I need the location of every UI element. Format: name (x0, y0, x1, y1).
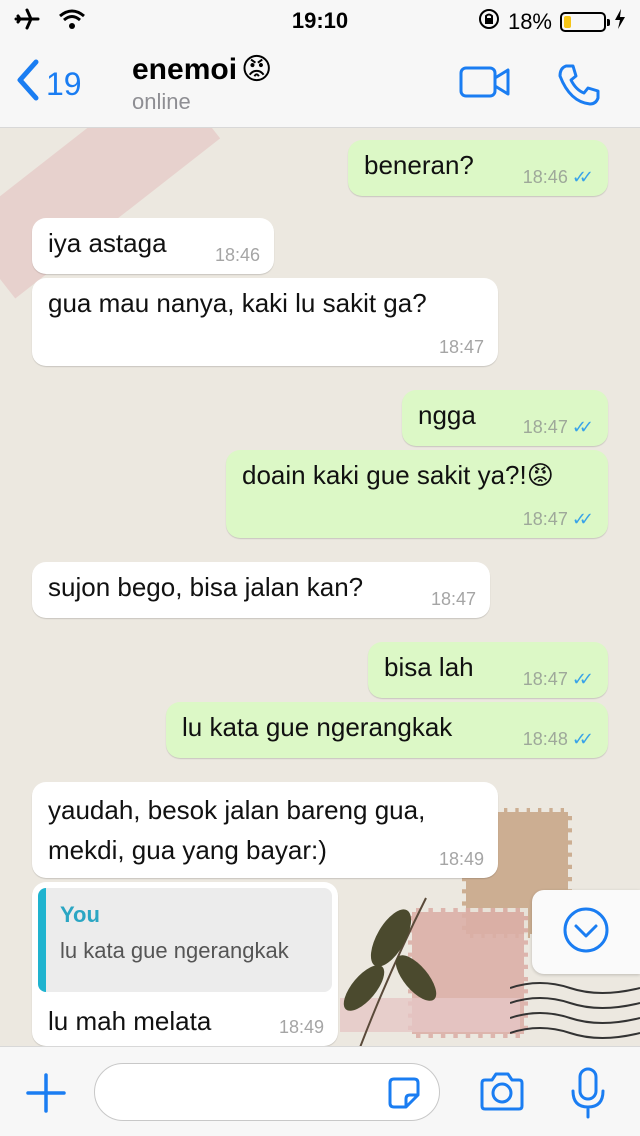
message-time: 18:48 (522, 729, 568, 749)
message-bubble-incoming-reply[interactable]: You lu kata gue ngerangkak lu mah melata… (32, 882, 338, 1046)
read-receipt-icon: ✓✓ (571, 509, 594, 529)
message-meta: 18:49 (279, 1017, 324, 1038)
message-meta: 18:47 ✓✓ (523, 669, 594, 690)
quoted-text: lu kata gue ngerangkak (60, 938, 289, 963)
message-meta: 18:49 (439, 849, 484, 870)
contact-info[interactable]: enemoi 😡 online (132, 52, 272, 115)
message-text: gua mau nanya, kaki lu sakit ga? (48, 288, 427, 318)
message-text: yaudah, besok jalan bareng gua, (48, 795, 426, 825)
message-time: 18:49 (438, 849, 484, 869)
chat-area[interactable]: beneran? 18:46 ✓✓ iya astaga 18:46 gua ma… (0, 128, 640, 1046)
back-count: 19 (46, 65, 82, 102)
scroll-down-icon (562, 906, 610, 959)
message-bubble-incoming[interactable]: iya astaga 18:46 (32, 218, 274, 274)
contact-name-text: enemoi (132, 52, 238, 86)
contact-name: enemoi 😡 (132, 52, 272, 87)
message-meta: 18:46 (215, 245, 260, 266)
quoted-author: You (60, 902, 100, 927)
back-chevron-icon (14, 58, 46, 110)
message-time: 18:47 (522, 417, 568, 437)
message-time: 18:47 (438, 337, 484, 357)
read-receipt-icon: ✓✓ (571, 167, 594, 187)
wallpaper-postmark (510, 982, 640, 1039)
message-text: bisa lah (384, 652, 474, 682)
status-bar: 19:10 18% (0, 0, 640, 40)
contact-status: online (132, 89, 191, 114)
message-text: ngga (418, 400, 476, 430)
message-time: 18:47 (522, 669, 568, 689)
message-text: mekdi, gua yang bayar:) (48, 835, 327, 865)
message-text: iya astaga (48, 228, 167, 258)
microphone-icon[interactable] (570, 1067, 606, 1124)
camera-icon[interactable] (478, 1071, 526, 1118)
message-meta: 18:47 ✓✓ (523, 509, 594, 530)
message-text: lu mah melata (48, 1006, 212, 1036)
message-bubble-outgoing[interactable]: doain kaki gue sakit ya?!😡 18:47 ✓✓ (226, 450, 608, 538)
message-time: 18:46 (214, 245, 260, 265)
battery-icon (560, 12, 610, 32)
read-receipt-icon: ✓✓ (571, 729, 594, 749)
message-time: 18:47 (430, 589, 476, 609)
scroll-to-bottom-button[interactable] (532, 890, 640, 974)
message-meta: 18:48 ✓✓ (523, 729, 594, 750)
message-bubble-incoming[interactable]: yaudah, besok jalan bareng gua, mekdi, g… (32, 782, 498, 878)
wallpaper-leaf (343, 897, 437, 1046)
message-text: lu kata gue ngerangkak (182, 712, 453, 742)
message-bubble-outgoing[interactable]: ngga 18:47 ✓✓ (402, 390, 608, 446)
message-bubble-outgoing[interactable]: beneran? 18:46 ✓✓ (348, 140, 608, 196)
message-bubble-outgoing[interactable]: lu kata gue ngerangkak 18:48 ✓✓ (166, 702, 608, 758)
message-text: doain kaki gue sakit ya?! (242, 460, 527, 490)
message-bubble-incoming[interactable]: sujon bego, bisa jalan kan? 18:47 (32, 562, 490, 618)
message-time: 18:47 (522, 509, 568, 529)
battery-percent: 18% (507, 9, 552, 34)
plus-icon[interactable] (26, 1073, 66, 1118)
message-meta: 18:46 ✓✓ (523, 167, 594, 188)
back-button[interactable]: 19 (14, 58, 82, 110)
read-receipt-icon: ✓✓ (571, 669, 594, 689)
input-bar (0, 1046, 640, 1136)
read-receipt-icon: ✓✓ (571, 417, 594, 437)
charging-icon (614, 9, 626, 35)
phone-icon[interactable] (556, 62, 602, 113)
message-bubble-incoming[interactable]: gua mau nanya, kaki lu sakit ga? 18:47 (32, 278, 498, 366)
message-emoji: 😡 (526, 460, 554, 490)
rotation-lock-icon (478, 8, 500, 36)
message-time: 18:46 (522, 167, 568, 187)
battery-fill (564, 16, 571, 28)
message-time: 18:49 (278, 1017, 324, 1037)
message-bubble-outgoing[interactable]: bisa lah 18:47 ✓✓ (368, 642, 608, 698)
message-text: sujon bego, bisa jalan kan? (48, 572, 364, 602)
message-meta: 18:47 (439, 337, 484, 358)
message-text: beneran? (364, 150, 474, 180)
message-meta: 18:47 (431, 589, 476, 610)
quoted-reply[interactable]: You lu kata gue ngerangkak (38, 888, 332, 992)
sticker-icon[interactable] (386, 1075, 422, 1116)
message-meta: 18:47 ✓✓ (523, 417, 594, 438)
chat-header: 19 enemoi 😡 online (0, 40, 640, 128)
video-call-icon[interactable] (458, 62, 512, 107)
contact-emoji: 😡 (241, 53, 273, 86)
